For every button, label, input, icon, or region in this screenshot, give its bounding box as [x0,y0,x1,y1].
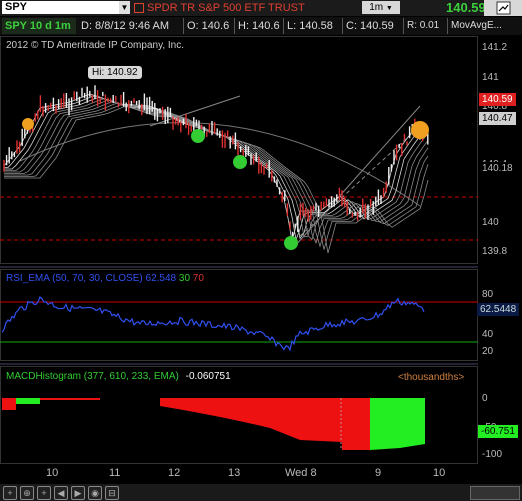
horizontal-scrollbar[interactable] [470,486,520,500]
pane-divider [0,266,478,268]
macd-bar-negative [40,398,100,400]
signal-buy-marker [233,155,247,169]
x-tick: 11 [109,467,121,479]
y-tick: 80 [482,289,494,300]
quote-close: C: 140.59 [346,20,394,32]
x-tick: 10 [46,467,59,479]
study-label[interactable]: MovAvgE... [451,18,502,34]
ma-price-tag: 140.47 [479,112,516,125]
moving-average-line [4,106,429,254]
divider [234,18,235,34]
zoom-in-button[interactable]: + [3,486,17,500]
gear-icon [496,1,511,15]
y-tick: 141.2 [482,42,508,53]
price-axis: 141.2 141 140.8 140.4 140 139.8 [480,36,522,264]
macd-axis: 0 -50 -100 [480,366,522,464]
y-tick: 139.8 [482,246,508,257]
x-tick: 13 [228,467,241,479]
y-tick: 40 [482,329,494,340]
interval-select[interactable]: 1m ▼ [362,1,400,14]
divider [342,18,343,34]
divider [403,18,404,34]
settings-button[interactable] [484,0,522,16]
y-tick: 141 [482,72,499,83]
ma-ribbon [3,94,429,254]
y-tick: 0 [482,393,488,404]
crosshair-button[interactable]: + [37,486,51,500]
macd-bar-positive [16,398,40,404]
rsi-canvas [0,296,478,352]
x-tick: 10 [433,467,446,479]
divider [447,18,448,34]
last-price: 140.59 [446,0,486,15]
drawing-tool-button[interactable]: ◉ [88,486,102,500]
quote-low: L: 140.58 [287,20,333,32]
pane-divider [0,363,478,365]
moving-average-line [4,101,429,245]
signal-buy-marker [284,236,298,250]
y-tick: -100 [482,449,503,460]
signal-top-marker [22,118,34,130]
chart-title[interactable]: SPY 10 d 1m [2,18,76,34]
last-price-tag: 140.59 [479,93,516,106]
x-tick: Wed 8 [285,467,317,479]
signal-top-marker [411,121,429,139]
security-name-label: SPDR TR S&P 500 ETF TRUST [147,2,305,14]
zoom-fit-button[interactable]: ⊕ [20,486,34,500]
macd-value-tag: -60.751 [478,425,518,438]
moving-average-line [4,102,429,248]
quote-open: O: 140.6 [187,20,230,32]
scroll-left-button[interactable]: ◀ [54,486,68,500]
chevron-down-icon[interactable]: ▼ [119,1,130,14]
quote-date: D: 8/8/12 9:46 AM [81,20,170,32]
macd-bar-positive [370,398,425,450]
security-name: SPDR TR S&P 500 ETF TRUST [134,1,305,15]
divider [183,18,184,34]
macd-canvas [2,398,425,450]
y-tick: 140 [482,217,499,228]
scroll-right-button[interactable]: ▶ [71,486,85,500]
macd-bar-negative [2,398,16,410]
symbol-input[interactable]: SPY [2,1,130,14]
x-tick: 12 [168,467,181,479]
y-tick: 20 [482,346,494,357]
signal-buy-marker [191,129,205,143]
interval-label: 1m [369,2,384,13]
macd-bar-negative [342,398,370,450]
level-price-tag: 140.18 [479,162,516,175]
security-icon [134,3,144,14]
quote-high: H: 140.6 [238,20,280,32]
quote-range: R: 0.01 [407,20,440,31]
x-tick: 9 [375,467,382,479]
macd-bar-negative [100,398,342,442]
style-button[interactable]: ⊟ [105,486,119,500]
rsi-value-tag: 62.5448 [477,303,520,316]
channel-line [294,105,421,247]
chevron-down-icon: ▼ [385,5,393,12]
divider [283,18,284,34]
